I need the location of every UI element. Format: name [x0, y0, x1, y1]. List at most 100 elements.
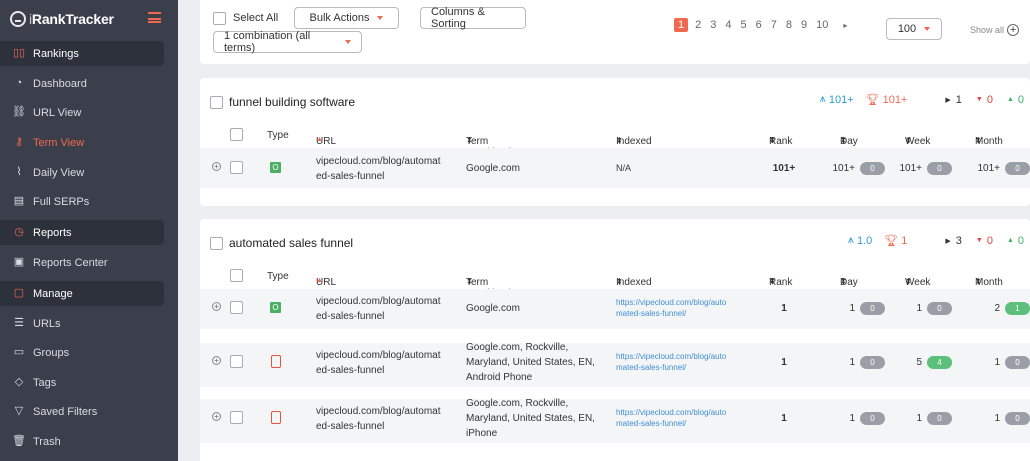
page-3[interactable]: 3: [710, 19, 716, 31]
sidebar-item-label: URL View: [33, 106, 82, 119]
row-checkbox[interactable]: [230, 411, 243, 424]
row-month: 21: [955, 301, 1030, 316]
group-checkbox[interactable]: [210, 236, 223, 250]
menu-icon[interactable]: [148, 12, 161, 23]
show-all-link[interactable]: Show all +: [970, 24, 1020, 36]
sidebar-item-term-view[interactable]: ⚷ Term View: [0, 130, 164, 155]
header-checkbox[interactable]: [230, 128, 243, 141]
trash-icon: 🗑: [12, 435, 26, 447]
sidebar-item-daily-view[interactable]: ⌇ Daily View: [0, 160, 164, 185]
sidebar-item-label: URLs: [33, 317, 61, 330]
per-page-value: 100: [897, 23, 917, 35]
sort-icon: ⬍: [466, 277, 473, 286]
row-month-change: 1: [1005, 302, 1030, 315]
row-week: 10: [877, 411, 952, 426]
row-indexed-url: N/A: [616, 163, 632, 173]
row-checkbox[interactable]: [230, 301, 243, 314]
sidebar-item-url-view[interactable]: ⛓ URL View: [0, 100, 164, 125]
arrow-up-icon: ▲: [1006, 237, 1014, 244]
up-stat: ▶ 3: [945, 234, 962, 247]
manage-icon: ▢: [13, 287, 25, 299]
page-6[interactable]: 6: [756, 19, 762, 31]
page-2[interactable]: 2: [695, 19, 701, 31]
trophy-icon: 🏆︎: [865, 94, 880, 106]
sidebar-item-saved-filters[interactable]: ▽ Saved Filters: [0, 399, 164, 424]
combination-select[interactable]: 1 combination (all terms): [213, 30, 362, 54]
group-name: automated sales funnel: [229, 236, 354, 250]
next-page-button[interactable]: ▸: [843, 21, 847, 30]
group-checkbox[interactable]: [210, 95, 223, 109]
sort-icon: ⬍: [975, 277, 982, 286]
table-row[interactable]: + Ovipecloud.com/blog/automat ed-sales-fu…: [200, 289, 1030, 329]
sidebar-item-manage[interactable]: ▢ Manage: [0, 281, 164, 306]
arrow-up-icon: ▲: [1006, 96, 1014, 103]
sidebar-item-full-serps[interactable]: ▤ Full SERPs: [0, 189, 164, 214]
row-url[interactable]: vipecloud.com/blog/automat ed-sales-funn…: [316, 154, 451, 184]
down-stat: ▼ 0: [975, 93, 993, 106]
row-checkbox[interactable]: [230, 161, 243, 174]
row-url[interactable]: vipecloud.com/blog/automat ed-sales-funn…: [316, 404, 451, 434]
col-type[interactable]: Type: [267, 130, 289, 141]
table-row[interactable]: + vipecloud.com/blog/automat ed-sales-fun…: [200, 398, 1030, 443]
sidebar-item-label: Trash: [33, 435, 61, 448]
row-indexed-url-link[interactable]: https://vipecloud.com/blog/auto mated-sa…: [616, 407, 744, 429]
columns-sorting-button[interactable]: Columns & Sorting: [420, 6, 526, 30]
page-9[interactable]: 9: [801, 19, 807, 31]
expand-row-icon[interactable]: +: [212, 412, 221, 421]
page-1[interactable]: 1: [674, 18, 689, 32]
row-day: 10: [810, 411, 885, 426]
sidebar-item-reports-center[interactable]: ▣ Reports Center: [0, 250, 164, 275]
table-row[interactable]: + Ovipecloud.com/blog/automat ed-sales-fu…: [200, 148, 1030, 188]
brand-name: iRankTracker: [29, 11, 114, 27]
page-8[interactable]: 8: [786, 19, 792, 31]
table-row[interactable]: + vipecloud.com/blog/automat ed-sales-fun…: [200, 342, 1030, 387]
up-stat: ▶ 1: [945, 93, 962, 106]
sort-asc-icon: ▲: [316, 277, 323, 284]
header-checkbox[interactable]: [230, 269, 243, 282]
table-header: TypeURL ▲Term Combination ⬍Indexed URL ⬍…: [200, 124, 1030, 158]
row-week-value: 5: [916, 357, 922, 368]
group-title[interactable]: automated sales funnel: [210, 236, 353, 250]
organic-type-icon: O: [270, 162, 281, 173]
chart-icon: ⌇: [16, 166, 22, 178]
select-all-label: Select All: [233, 12, 279, 24]
page-4[interactable]: 4: [725, 19, 731, 31]
caret-down-icon: [377, 16, 384, 20]
sort-icon: ⬍: [840, 136, 847, 145]
row-indexed-url-link[interactable]: https://vipecloud.com/blog/auto mated-sa…: [616, 351, 744, 373]
page-5[interactable]: 5: [741, 19, 747, 31]
sidebar-item-label: Term View: [33, 136, 85, 149]
expand-row-icon[interactable]: +: [212, 162, 221, 171]
row-checkbox[interactable]: [230, 355, 243, 368]
pagination: 1 2 3 4 5 6 7 8 9 10 ▸: [674, 18, 856, 32]
sidebar-item-groups[interactable]: ▭ Groups: [0, 340, 164, 365]
col-type[interactable]: Type: [267, 271, 289, 282]
select-all-checkbox[interactable]: [213, 12, 226, 25]
row-url[interactable]: vipecloud.com/blog/automat ed-sales-funn…: [316, 294, 451, 324]
sort-icon: ⬍: [840, 277, 847, 286]
play-icon: ▶: [945, 96, 951, 104]
sidebar-item-trash[interactable]: 🗑 Trash: [0, 429, 164, 454]
row-month-change: 0: [1005, 412, 1030, 425]
sidebar-item-rankings[interactable]: ▯▯ Rankings: [0, 41, 164, 66]
expand-row-icon[interactable]: +: [212, 302, 221, 311]
page-7[interactable]: 7: [771, 19, 777, 31]
sidebar-item-dashboard[interactable]: ◔ Dashboard: [0, 71, 164, 96]
sidebar-item-label: Daily View: [33, 166, 85, 179]
sidebar-item-reports[interactable]: ◷ Reports: [0, 220, 164, 245]
page-10[interactable]: 10: [816, 19, 828, 31]
sidebar-item-urls[interactable]: ☰ URLs: [0, 311, 164, 336]
row-indexed-url-link[interactable]: https://vipecloud.com/blog/auto mated-sa…: [616, 297, 744, 319]
row-rank: 1: [781, 357, 787, 368]
bulk-actions-button[interactable]: Bulk Actions: [294, 7, 399, 29]
per-page-select[interactable]: 100: [886, 18, 942, 40]
sidebar-item-tags[interactable]: ◇ Tags: [0, 370, 164, 395]
sidebar-item-label: Full SERPs: [33, 195, 90, 208]
row-month-value: 101+: [977, 163, 1000, 174]
row-term-combination: Google.com, Rockville, Maryland, United …: [466, 398, 595, 439]
expand-row-icon[interactable]: +: [212, 356, 221, 365]
sort-icon: ⬍: [466, 136, 473, 145]
group-title[interactable]: funnel building software: [210, 95, 355, 109]
row-url[interactable]: vipecloud.com/blog/automat ed-sales-funn…: [316, 348, 451, 378]
reports-icon: ◷: [14, 226, 24, 238]
